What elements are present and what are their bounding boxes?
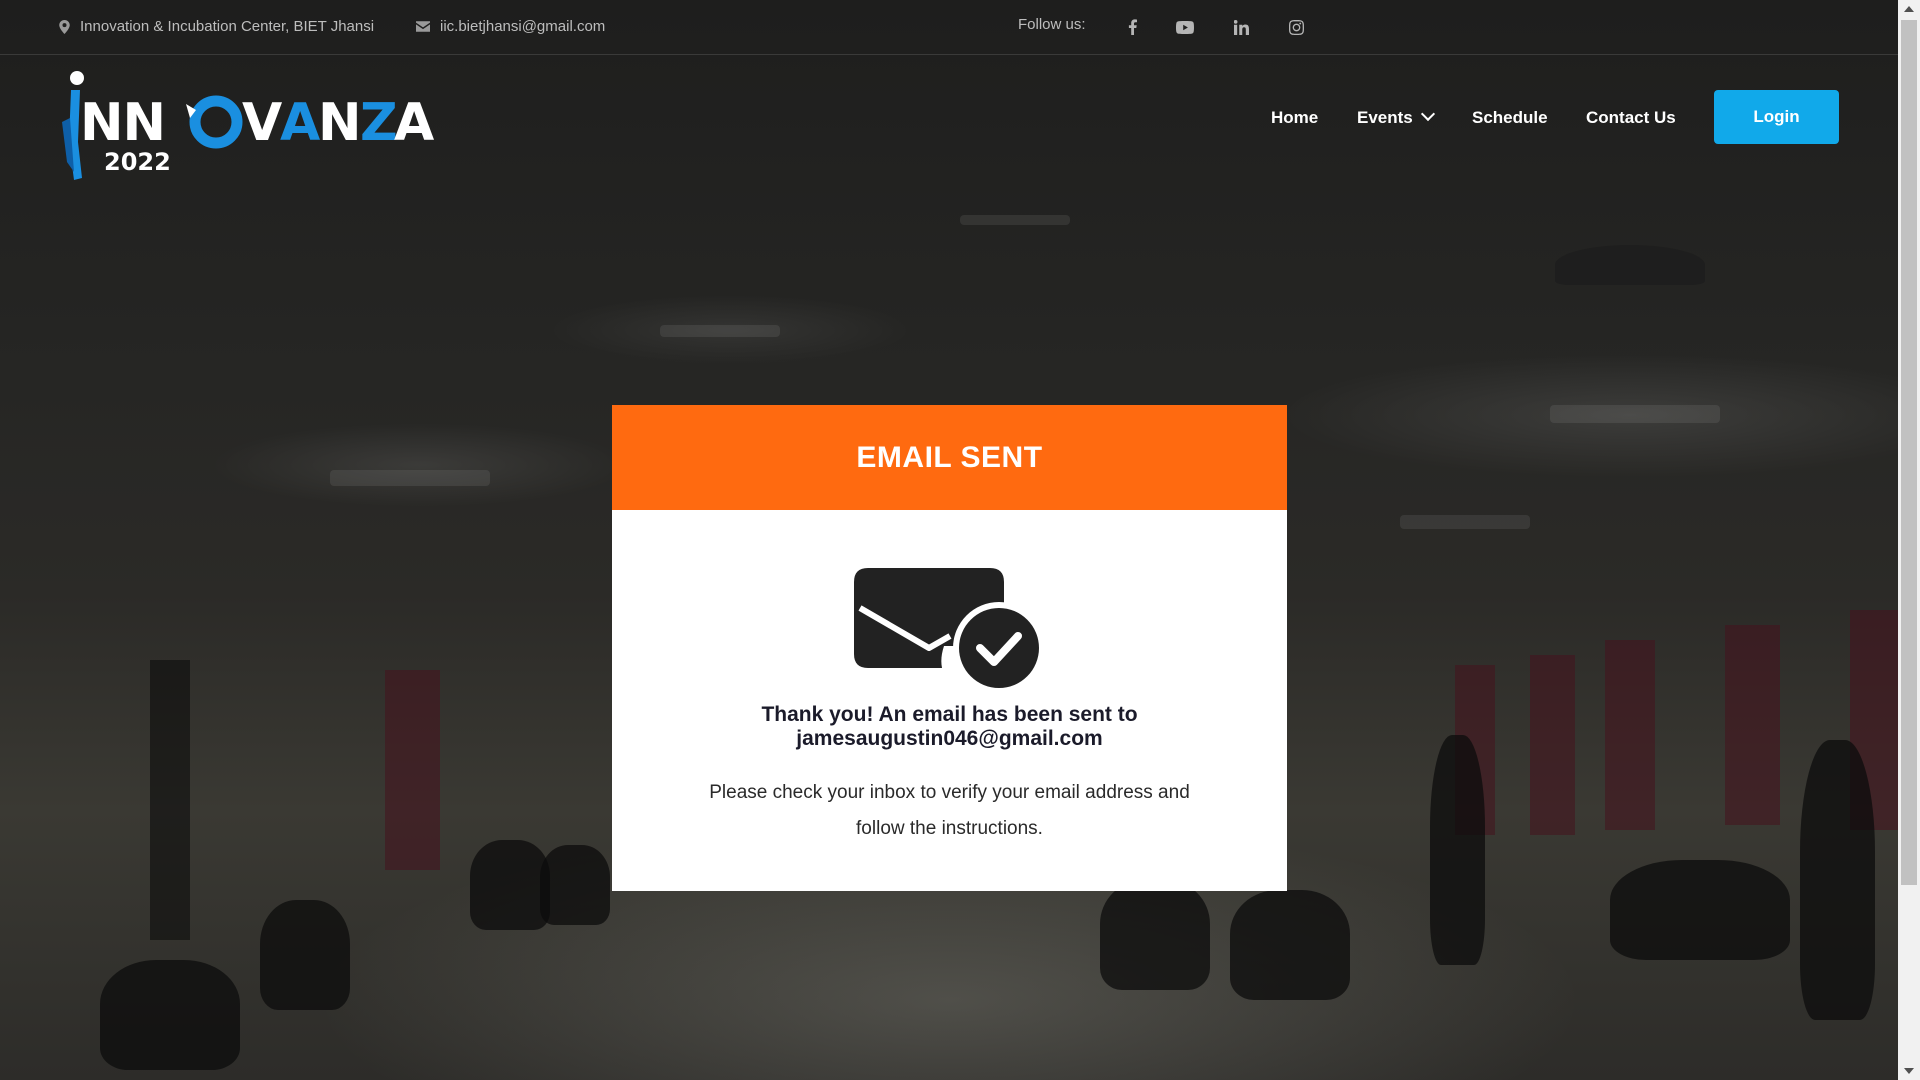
- svg-text:NN: NN: [80, 93, 165, 153]
- email-sent-card: EMAIL SENT Thank you! An email has been …: [612, 405, 1287, 891]
- card-instructions: Please check your inbox to verify your e…: [672, 775, 1227, 847]
- nav-schedule[interactable]: Schedule: [1472, 108, 1548, 128]
- email-link[interactable]: iic.bietjhansi@gmail.com: [440, 18, 605, 35]
- card-header-title: EMAIL SENT: [856, 440, 1043, 474]
- card-text-line1: Please check your inbox to verify your e…: [709, 782, 1190, 803]
- location-pin-icon: [59, 19, 70, 34]
- address-item: Innovation & Incubation Center, BIET Jha…: [59, 18, 374, 35]
- svg-text:N: N: [318, 93, 361, 153]
- logo-year: 2022: [104, 148, 171, 176]
- follow-us-label: Follow us:: [1018, 16, 1086, 33]
- nav-events-label: Events: [1357, 108, 1413, 127]
- envelope-icon: [416, 21, 430, 32]
- youtube-icon[interactable]: [1175, 17, 1195, 37]
- nav-contact-us[interactable]: Contact Us: [1586, 108, 1676, 128]
- scroll-up-arrow-icon[interactable]: [1904, 6, 1914, 12]
- email-item[interactable]: iic.bietjhansi@gmail.com: [416, 18, 605, 35]
- email-sent-check-icon: [854, 568, 1045, 694]
- innovanza-logo[interactable]: NN V A N Z A 2022: [58, 62, 438, 182]
- nav-home[interactable]: Home: [1271, 108, 1318, 128]
- linkedin-icon[interactable]: [1231, 17, 1251, 37]
- scrollbar-thumb[interactable]: [1901, 20, 1917, 885]
- card-title-email: jamesaugustin046@gmail.com: [796, 727, 1103, 750]
- svg-text:A: A: [280, 93, 320, 153]
- card-header: EMAIL SENT: [612, 405, 1287, 510]
- card-title-line1: Thank you! An email has been sent to: [761, 703, 1138, 726]
- nav-events[interactable]: Events: [1357, 106, 1435, 128]
- svg-text:A: A: [394, 93, 434, 153]
- top-info-bar: Innovation & Incubation Center, BIET Jha…: [0, 0, 1898, 55]
- address-text: Innovation & Incubation Center, BIET Jha…: [80, 18, 375, 35]
- instagram-icon[interactable]: [1286, 17, 1306, 37]
- svg-text:V: V: [242, 93, 282, 153]
- facebook-icon[interactable]: [1122, 17, 1142, 37]
- login-button[interactable]: Login: [1714, 90, 1839, 144]
- card-text-line2: follow the instructions.: [856, 818, 1043, 839]
- chevron-down-icon: [1420, 106, 1435, 122]
- page-scrollbar[interactable]: [1898, 0, 1920, 1080]
- card-confirmation-title: Thank you! An email has been sent to jam…: [612, 703, 1287, 751]
- scroll-down-arrow-icon[interactable]: [1904, 1068, 1914, 1074]
- svg-text:Z: Z: [360, 93, 397, 153]
